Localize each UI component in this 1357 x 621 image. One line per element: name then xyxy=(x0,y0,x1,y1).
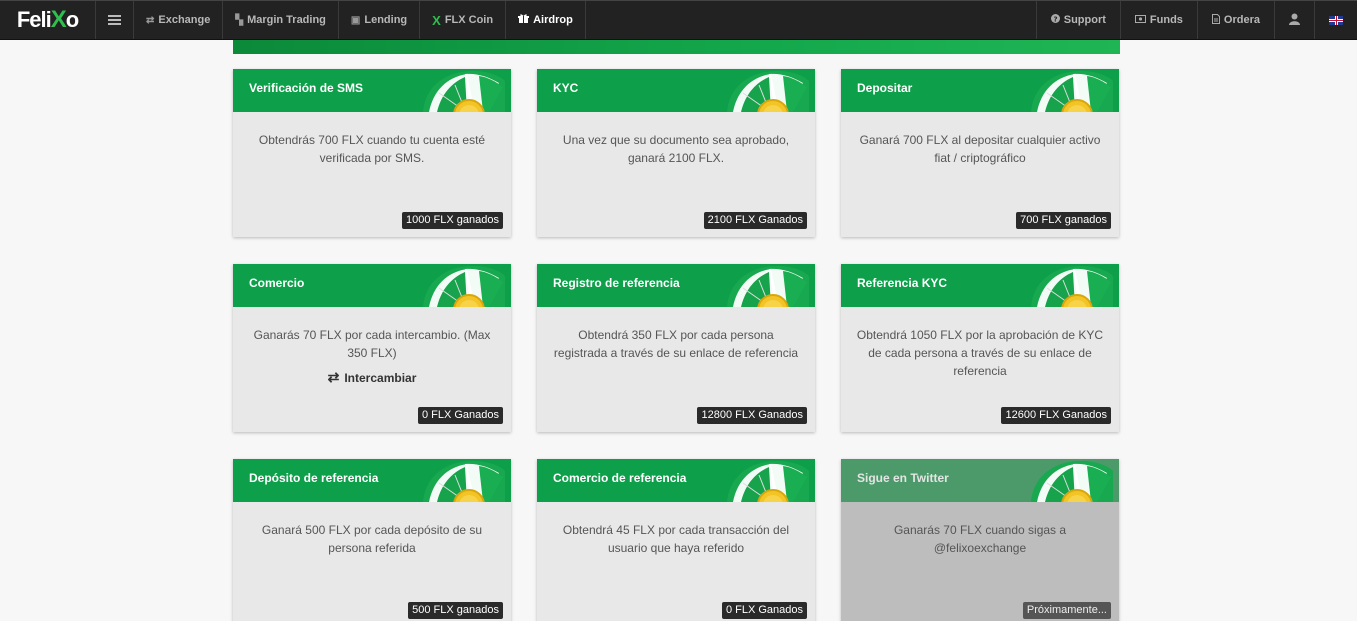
nav-item-orders[interactable]: Ordera xyxy=(1198,1,1275,39)
swap-icon: ⇄ xyxy=(327,369,340,385)
parachute-coin-icon xyxy=(1031,461,1113,502)
card-description: Ganarás 70 FLX por cada intercambio. (Ma… xyxy=(253,328,491,360)
card-header: KYC xyxy=(537,69,815,112)
parachute-coin-icon xyxy=(727,461,809,502)
card-header: Depósito de referencia xyxy=(233,459,511,502)
language-selector[interactable] xyxy=(1315,1,1357,39)
parachute-coin-icon xyxy=(1031,71,1113,112)
earned-badge: 12800 FLX Ganados xyxy=(697,407,807,424)
chart-icon: ▚ xyxy=(235,14,244,26)
card-description: Ganará 700 FLX al depositar cualquier ac… xyxy=(859,133,1101,165)
user-menu-button[interactable] xyxy=(1275,1,1315,39)
airdrop-card: Depósito de referencia Ganará 500 FLX po… xyxy=(233,459,511,621)
nav-item-exchange[interactable]: ⇄ Exchange xyxy=(134,1,224,39)
question-icon: ? xyxy=(1050,14,1060,26)
airdrop-banner xyxy=(233,40,1120,54)
card-header: Sigue en Twitter xyxy=(841,459,1119,502)
airdrop-card: Depositar Ganará 700 FLX al depositar cu… xyxy=(841,69,1119,237)
airdrop-card: Comercio de referencia Obtendrá 45 FLX p… xyxy=(537,459,815,621)
airdrop-card: Sigue en Twitter Ganarás 70 FLX cuando s… xyxy=(841,459,1119,621)
airdrop-card: KYC Una vez que su documento sea aprobad… xyxy=(537,69,815,237)
exchange-icon: ⇄ xyxy=(146,14,155,26)
card-header: Verificación de SMS xyxy=(233,69,511,112)
svg-text:?: ? xyxy=(1053,16,1057,24)
card-title: Registro de referencia xyxy=(553,276,680,290)
document-icon xyxy=(1211,13,1220,27)
nav-item-funds[interactable]: Funds xyxy=(1121,1,1198,39)
card-title: Comercio de referencia xyxy=(553,471,687,485)
card-description: Obtendrá 45 FLX por cada transacción del… xyxy=(562,523,790,555)
top-nav: Feli Xo ⇄ Exchange ▚ Margin Trading ▣ Len… xyxy=(0,0,1357,40)
earned-badge: 2100 FLX Ganados xyxy=(703,212,807,229)
earned-badge: 500 FLX ganados xyxy=(408,602,503,619)
card-title: Depositar xyxy=(857,81,913,95)
trade-link-label: Intercambiar xyxy=(344,371,417,385)
earned-badge: 12600 FLX Ganados xyxy=(1001,407,1111,424)
parachute-coin-icon xyxy=(423,266,505,307)
earned-badge: 1000 FLX ganados xyxy=(402,212,503,229)
menu-toggle-button[interactable] xyxy=(96,1,134,39)
card-title: Referencia KYC xyxy=(857,276,948,290)
card-header: Comercio de referencia xyxy=(537,459,815,502)
hamburger-icon xyxy=(108,15,121,25)
card-title: Sigue en Twitter xyxy=(857,471,949,485)
card-description: Obtendrá 350 FLX por cada persona regist… xyxy=(553,328,799,360)
card-title: Depósito de referencia xyxy=(249,471,379,485)
parachute-coin-icon xyxy=(1031,266,1113,307)
flx-coin-icon: X xyxy=(432,12,441,28)
airdrop-card: Referencia KYC Obtendrá 1050 FLX por la … xyxy=(841,264,1119,432)
card-description: Obtendrás 700 FLX cuando tu cuenta esté … xyxy=(258,133,486,165)
card-header: Referencia KYC xyxy=(841,264,1119,307)
parachute-coin-icon xyxy=(423,461,505,502)
card-title: Comercio xyxy=(249,276,305,290)
trade-link[interactable]: ⇄ Intercambiar xyxy=(233,369,511,386)
user-icon xyxy=(1289,13,1300,28)
gift-icon xyxy=(518,13,530,27)
uk-flag-icon xyxy=(1329,15,1343,25)
money-icon xyxy=(1134,14,1146,26)
airdrop-card: Registro de referencia Obtendrá 350 FLX … xyxy=(537,264,815,432)
card-title: KYC xyxy=(553,81,579,95)
airdrop-card: Comercio Ganarás 70 FLX por cada interca… xyxy=(233,264,511,432)
earned-badge: 0 FLX Ganados xyxy=(417,407,503,424)
card-description: Ganarás 70 FLX cuando sigas a @felixoexc… xyxy=(893,523,1067,555)
nav-right-group: ? Support Funds Ordera xyxy=(1035,1,1357,39)
card-title: Verificación de SMS xyxy=(249,81,364,95)
nav-item-airdrop[interactable]: Airdrop xyxy=(506,1,586,39)
airdrop-card: Verificación de SMS Obtendrás 700 FLX cu… xyxy=(233,69,511,237)
parachute-coin-icon xyxy=(423,71,505,112)
parachute-coin-icon xyxy=(727,266,809,307)
card-description: Una vez que su documento sea aprobado, g… xyxy=(562,133,790,165)
card-header: Registro de referencia xyxy=(537,264,815,307)
nav-item-support[interactable]: ? Support xyxy=(1037,1,1121,39)
card-header: Depositar xyxy=(841,69,1119,112)
earned-badge: 0 FLX Ganados xyxy=(721,602,807,619)
earned-badge: Próximamente... xyxy=(1022,602,1111,619)
parachute-coin-icon xyxy=(727,71,809,112)
wallet-icon: ▣ xyxy=(350,14,361,26)
card-description: Obtendrá 1050 FLX por la aprobación de K… xyxy=(856,328,1104,378)
nav-item-lending[interactable]: ▣ Lending xyxy=(339,1,421,39)
card-header: Comercio xyxy=(233,264,511,307)
earned-badge: 700 FLX ganados xyxy=(1016,212,1111,229)
nav-item-flx-coin[interactable]: X FLX Coin xyxy=(420,1,507,39)
card-description: Ganará 500 FLX por cada depósito de su p… xyxy=(261,523,483,555)
nav-item-margin-trading[interactable]: ▚ Margin Trading xyxy=(223,1,339,39)
felixo-logo[interactable]: Feli Xo xyxy=(0,1,96,39)
